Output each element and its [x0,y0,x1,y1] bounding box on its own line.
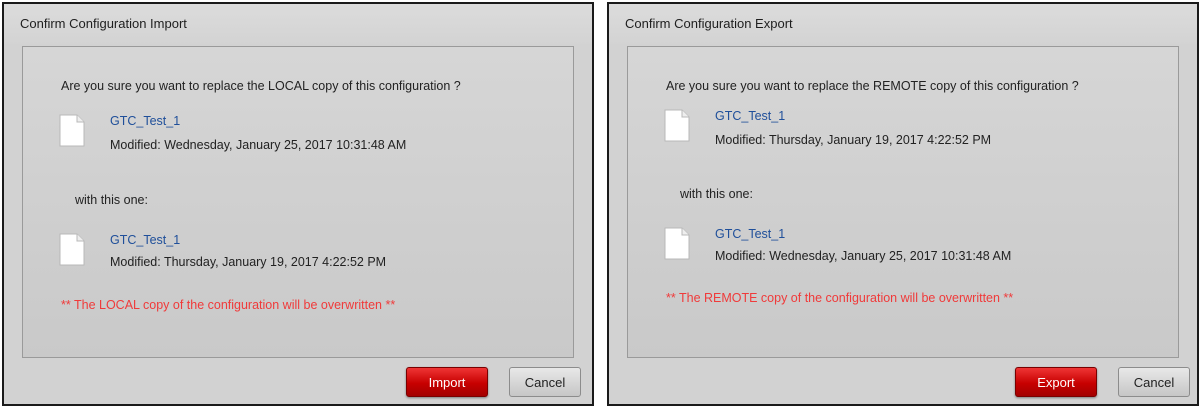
confirm-question: Are you sure you want to replace the LOC… [61,79,461,93]
dialog-title-bar: Confirm Configuration Export [609,4,1197,44]
document-icon [664,109,690,142]
dialog-title: Confirm Configuration Import [20,16,187,31]
new-file-modified: Modified: Thursday, January 19, 2017 4:2… [110,255,387,269]
dialog-content-panel: Are you sure you want to replace the LOC… [22,46,574,358]
new-file-name: GTC_Test_1 [715,227,786,241]
with-this-one-label: with this one: [75,193,148,207]
export-button[interactable]: Export [1015,367,1097,397]
cancel-button[interactable]: Cancel [509,367,581,397]
dialog-title-bar: Confirm Configuration Import [4,4,592,44]
cancel-button[interactable]: Cancel [1118,367,1190,397]
new-file-modified: Modified: Wednesday, January 25, 2017 10… [715,249,1012,263]
import-button[interactable]: Import [406,367,488,397]
document-icon [59,233,85,266]
document-icon [664,227,690,260]
confirm-question: Are you sure you want to replace the REM… [666,79,1079,93]
current-file-modified: Modified: Wednesday, January 25, 2017 10… [110,138,407,152]
export-dialog: Confirm Configuration Export Are you sur… [607,2,1199,406]
current-file-modified: Modified: Thursday, January 19, 2017 4:2… [715,133,992,147]
overwrite-warning: ** The REMOTE copy of the configuration … [666,291,1014,305]
dialog-title: Confirm Configuration Export [625,16,793,31]
overwrite-warning: ** The LOCAL copy of the configuration w… [61,298,396,312]
current-file-name: GTC_Test_1 [715,109,786,123]
new-file-name: GTC_Test_1 [110,233,181,247]
document-icon [59,114,85,147]
current-file-name: GTC_Test_1 [110,114,181,128]
import-dialog: Confirm Configuration Import Are you sur… [2,2,594,406]
dialog-content-panel: Are you sure you want to replace the REM… [627,46,1179,358]
with-this-one-label: with this one: [680,187,753,201]
